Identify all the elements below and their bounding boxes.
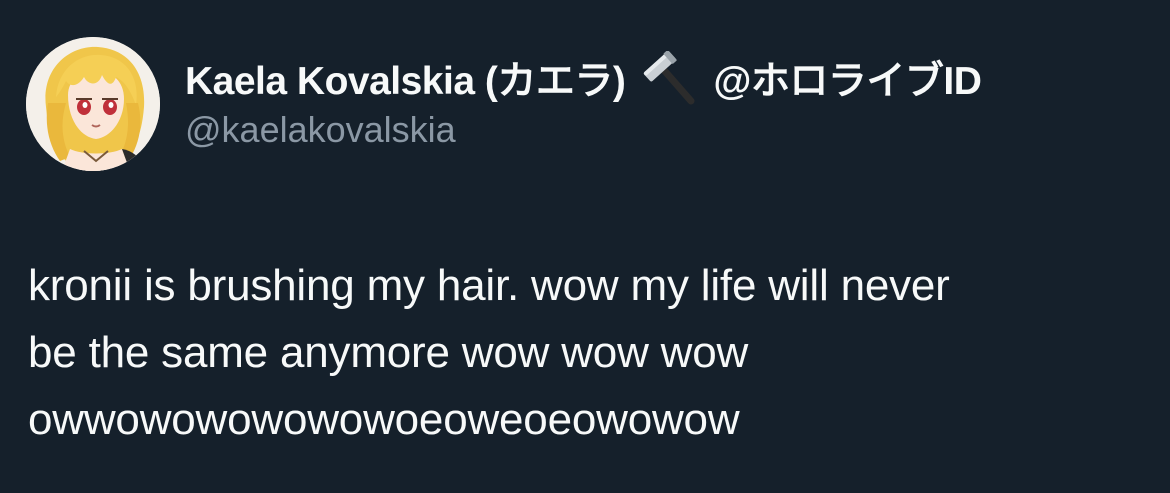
tweet-text: kronii is brushing my hair. wow my life … <box>28 252 1148 453</box>
author-name-row: Kaela Kovalskia (カエラ) @ホロライブID <box>185 50 1145 106</box>
hammer-icon <box>641 51 699 105</box>
avatar[interactable] <box>26 37 160 171</box>
author-display-name[interactable]: Kaela Kovalskia (カエラ) <box>185 50 626 106</box>
author-affiliation[interactable]: @ホロライブID <box>713 50 982 106</box>
tweet-text-line: be the same anymore wow wow wow <box>28 328 749 377</box>
tweet-text-line: owwowowowowowoeoweoeowowow <box>28 395 740 444</box>
avatar-image <box>26 37 160 171</box>
tweet-text-line: kronii is brushing my hair. wow my life … <box>28 261 950 310</box>
author-handle[interactable]: @kaelakovalskia <box>185 106 1145 154</box>
tweet-card: Kaela Kovalskia (カエラ) @ホロライブID @kaelakov… <box>0 0 1170 493</box>
tweet-header: Kaela Kovalskia (カエラ) @ホロライブID @kaelakov… <box>185 50 1145 154</box>
